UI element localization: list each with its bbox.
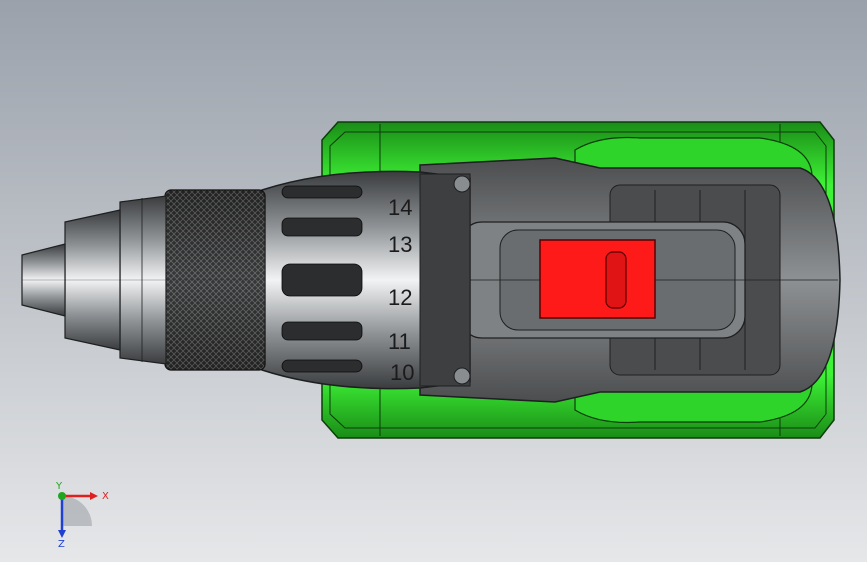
coordinate-triad: X Y Z [55, 481, 109, 548]
torque-scale-10: 10 [390, 360, 414, 385]
z-axis-label: Z [58, 539, 65, 548]
x-axis-label: X [102, 491, 109, 502]
drill-model[interactable]: 14 13 12 11 10 [0, 0, 867, 562]
y-axis-label: Y [55, 481, 63, 492]
direction-switch[interactable] [539, 239, 656, 319]
torque-collar[interactable] [261, 170, 471, 390]
y-axis-dot [58, 492, 66, 500]
torque-scale-11: 11 [388, 329, 411, 354]
torque-scale-14: 14 [388, 195, 412, 220]
torque-scale-13: 13 [388, 232, 412, 257]
cad-viewport[interactable]: 14 13 12 11 10 X Y Z [0, 0, 867, 562]
torque-scale-12: 12 [388, 285, 412, 310]
